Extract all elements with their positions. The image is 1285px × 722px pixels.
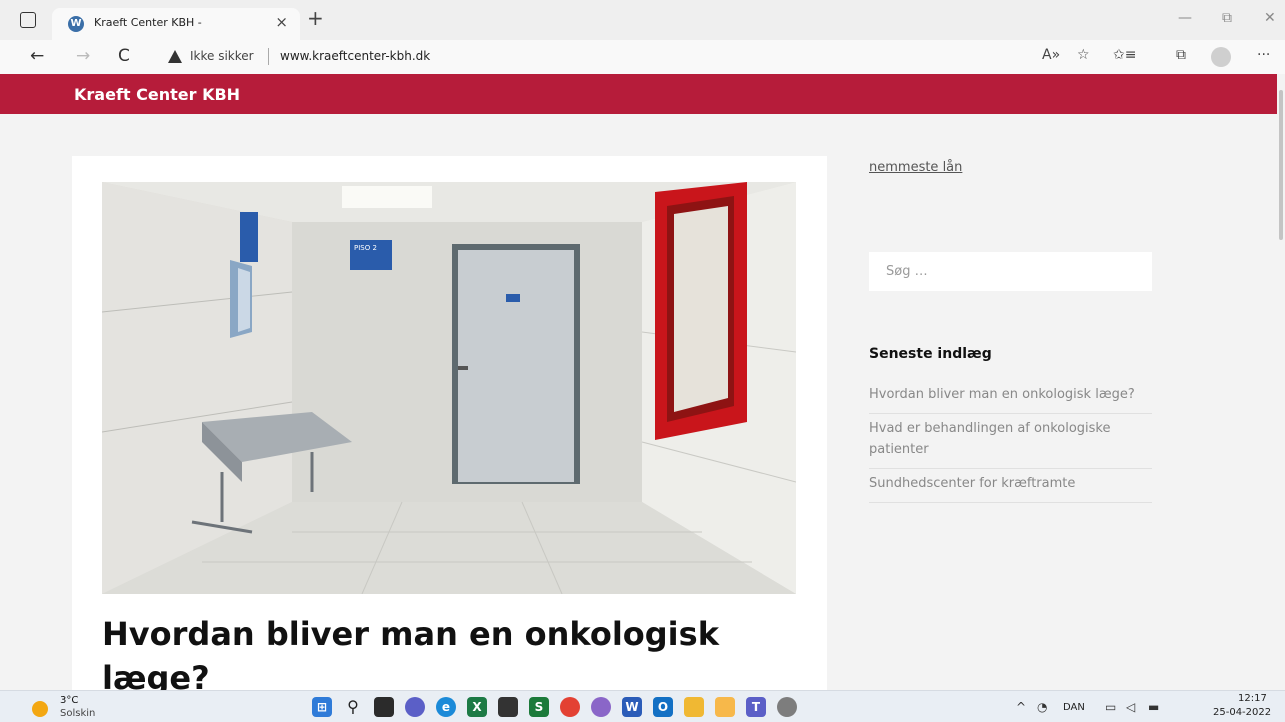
favorites-icon[interactable]: ✩≡: [1113, 47, 1136, 63]
search-icon[interactable]: ⚲: [343, 697, 363, 717]
site-header: Kraeft Center KBH: [0, 74, 1285, 114]
notes-icon[interactable]: [498, 697, 518, 717]
tray-chevron-icon[interactable]: ^: [1016, 700, 1026, 714]
clock-date[interactable]: 25-04-2022: [1213, 707, 1271, 718]
recent-post-item[interactable]: Hvad er behandlingen af onkologiske pati…: [869, 414, 1152, 469]
wordpress-icon: W: [68, 16, 84, 32]
address-bar: ← → C Ikke sikker www.kraeftcenter-kbh.d…: [0, 40, 1285, 74]
address-separator: [268, 48, 269, 65]
task-view-icon[interactable]: [374, 697, 394, 717]
sidebar-link[interactable]: nemmeste lån: [869, 160, 962, 175]
tab-actions-icon[interactable]: [20, 12, 36, 28]
file-explorer-icon[interactable]: [684, 697, 704, 717]
site-title[interactable]: Kraeft Center KBH: [74, 85, 240, 104]
read-aloud-icon[interactable]: A»: [1042, 47, 1060, 63]
weather-temperature[interactable]: 3°C: [60, 695, 78, 706]
network-icon[interactable]: ◔: [1037, 700, 1047, 714]
chrome-icon[interactable]: [560, 697, 580, 717]
collections-icon[interactable]: ⧉: [1176, 47, 1186, 63]
security-status[interactable]: Ikke sikker: [190, 49, 254, 63]
floor-sign-text: PISO 2: [354, 244, 377, 252]
restore-button[interactable]: ⧉: [1222, 10, 1232, 26]
minimize-button[interactable]: —: [1178, 10, 1192, 26]
tab-title: Kraeft Center KBH -: [94, 16, 202, 29]
battery-icon[interactable]: ▬: [1148, 700, 1159, 714]
back-button[interactable]: ←: [30, 46, 44, 66]
recent-post-item[interactable]: Hvordan bliver man en onkologisk læge?: [869, 380, 1152, 414]
refresh-button[interactable]: C: [118, 46, 130, 66]
snipping-tool-icon[interactable]: [715, 697, 735, 717]
clock-time[interactable]: 12:17: [1238, 693, 1267, 704]
url-field[interactable]: www.kraeftcenter-kbh.dk: [280, 49, 430, 63]
post-title[interactable]: Hvordan bliver man en onkologisk læge?: [102, 612, 762, 690]
weather-description[interactable]: Solskin: [60, 708, 95, 719]
recent-post-item[interactable]: Sundhedscenter for kræftramte: [869, 469, 1152, 503]
outlook-icon[interactable]: O: [653, 697, 673, 717]
teams-icon[interactable]: T: [746, 697, 766, 717]
profile-icon[interactable]: [1211, 47, 1231, 67]
css-app-icon[interactable]: [591, 697, 611, 717]
post-card: PISO 2 Hvordan bliver man en onkologisk …: [72, 156, 827, 690]
settings-icon[interactable]: [777, 697, 797, 717]
app-s-icon[interactable]: S: [529, 697, 549, 717]
warning-icon[interactable]: [168, 50, 182, 63]
forward-button[interactable]: →: [76, 46, 90, 66]
search-input[interactable]: [869, 252, 1152, 291]
windows-taskbar: 3°C Solskin ⊞ ⚲ e X S W O T ^ ◔ DAN ▭ ◁ …: [0, 690, 1285, 722]
volume-icon[interactable]: ◁: [1126, 700, 1135, 714]
start-icon[interactable]: ⊞: [312, 697, 332, 717]
add-favorite-icon[interactable]: ☆: [1077, 47, 1090, 63]
display-icon[interactable]: ▭: [1105, 700, 1116, 714]
edge-icon[interactable]: e: [436, 697, 456, 717]
recent-posts-list: Hvordan bliver man en onkologisk læge? H…: [869, 380, 1152, 503]
post-featured-image[interactable]: PISO 2: [102, 182, 796, 594]
chat-icon[interactable]: [405, 697, 425, 717]
browser-tab[interactable]: W Kraeft Center KBH - ×: [52, 8, 300, 40]
excel-icon[interactable]: X: [467, 697, 487, 717]
more-options-icon[interactable]: ···: [1257, 47, 1270, 63]
language-indicator[interactable]: DAN: [1063, 702, 1085, 713]
recent-posts-title: Seneste indlæg: [869, 346, 992, 362]
browser-tab-bar: W Kraeft Center KBH - × + — ⧉ ✕: [0, 0, 1285, 40]
sun-icon[interactable]: [32, 701, 48, 717]
scrollbar-thumb[interactable]: [1279, 90, 1283, 240]
word-icon[interactable]: W: [622, 697, 642, 717]
close-window-button[interactable]: ✕: [1264, 10, 1276, 26]
new-tab-button[interactable]: +: [307, 6, 324, 30]
close-tab-icon[interactable]: ×: [275, 13, 288, 31]
